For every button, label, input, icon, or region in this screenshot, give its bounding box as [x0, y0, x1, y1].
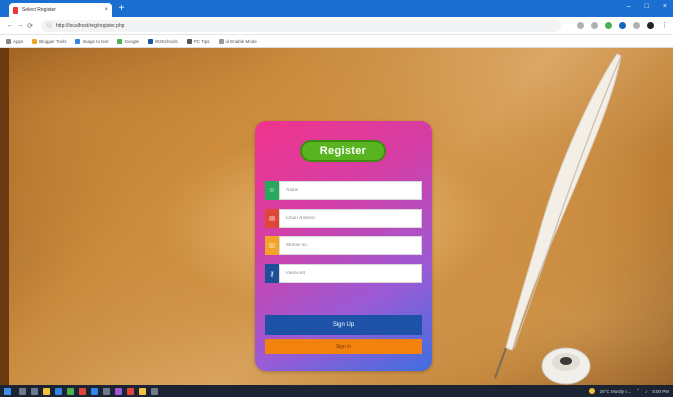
- signin-button[interactable]: Sign in: [265, 339, 422, 354]
- task-view-icon[interactable]: [31, 387, 38, 395]
- menu-icon[interactable]: ⋮: [661, 22, 668, 29]
- key-icon: ⚷: [265, 264, 279, 283]
- envelope-icon: ✉: [265, 209, 279, 228]
- bookmark-icon: [218, 38, 224, 44]
- bookmark-item[interactable]: Blogger Tools: [32, 38, 66, 44]
- profile-avatar-icon[interactable]: [647, 22, 654, 29]
- bookmark-icon: [147, 38, 153, 44]
- bookmark-item[interactable]: Apps: [6, 38, 23, 44]
- edge-icon[interactable]: [55, 387, 62, 395]
- close-window-button[interactable]: ×: [663, 3, 667, 10]
- file-explorer-icon[interactable]: [43, 387, 50, 395]
- favicon-icon: [13, 6, 18, 14]
- page-edge: [0, 48, 9, 385]
- email-input[interactable]: [279, 209, 422, 228]
- chrome-icon[interactable]: [127, 387, 134, 395]
- extension-icon[interactable]: [591, 22, 598, 29]
- bookmark-item[interactable]: ul Enable Mode: [218, 38, 257, 44]
- password-field: ⚷: [265, 264, 422, 283]
- bookmark-star-icon[interactable]: [577, 22, 584, 29]
- extension-green-icon[interactable]: [605, 22, 612, 29]
- mobile-input[interactable]: [279, 236, 422, 255]
- bookmark-icon: [32, 38, 38, 44]
- extension-blue-icon[interactable]: [619, 22, 626, 29]
- maximize-button[interactable]: □: [645, 3, 649, 10]
- url-text: http://localhost/reg/register.php: [56, 22, 125, 29]
- bookmark-item[interactable]: PC Tips: [186, 38, 210, 44]
- phone-icon: ☏: [265, 236, 279, 255]
- minimize-button[interactable]: –: [627, 3, 631, 10]
- app-icon[interactable]: [103, 387, 110, 395]
- network-icon[interactable]: ⌃: [636, 388, 640, 394]
- weather-icon[interactable]: [588, 388, 595, 394]
- email-field: ✉: [265, 209, 422, 228]
- browser-tab[interactable]: Select Register ×: [9, 3, 112, 17]
- address-bar[interactable]: ⓘ http://localhost/reg/register.php: [41, 19, 561, 32]
- store-icon[interactable]: [67, 387, 74, 395]
- windows-taskbar: 29°C Mostly c... ⌃ ♪ 9:00 PM: [0, 385, 673, 397]
- window-controls: – □ ×: [627, 3, 667, 10]
- puzzle-icon[interactable]: [633, 22, 640, 29]
- browser-toolbar: ← → ⟳ ⓘ http://localhost/reg/register.ph…: [0, 17, 673, 35]
- info-icon[interactable]: ⓘ: [47, 22, 52, 29]
- system-tray: 29°C Mostly c... ⌃ ♪ 9:00 PM: [588, 388, 669, 394]
- app-icon[interactable]: [79, 387, 86, 395]
- name-input[interactable]: [279, 181, 422, 200]
- app-icon[interactable]: [91, 387, 98, 395]
- clock-text[interactable]: 9:00 PM: [652, 389, 669, 394]
- taskbar-apps: [19, 387, 158, 395]
- back-icon[interactable]: ←: [5, 22, 15, 29]
- search-icon[interactable]: [19, 387, 26, 395]
- user-icon: ☺: [265, 181, 279, 200]
- new-tab-button[interactable]: +: [116, 4, 127, 15]
- windows-start-icon[interactable]: [4, 387, 11, 395]
- bookmark-icon: [75, 38, 81, 44]
- bookmark-item[interactable]: Google: [117, 38, 139, 44]
- volume-icon[interactable]: ♪: [645, 389, 647, 394]
- mobile-field: ☏: [265, 236, 422, 255]
- bookmark-item[interactable]: Image to text: [75, 38, 108, 44]
- browser-tab-bar: Select Register × + – □ ×: [0, 0, 673, 17]
- app-icon[interactable]: [151, 387, 158, 395]
- signup-button[interactable]: Sign Up: [265, 315, 422, 335]
- bookmark-icon: [117, 38, 123, 44]
- name-field: ☺: [265, 181, 422, 200]
- toolbar-icons: ⋮: [577, 22, 668, 29]
- tab-close-icon[interactable]: ×: [104, 7, 108, 13]
- bookmarks-bar: Apps Blogger Tools Image to text Google …: [0, 35, 673, 48]
- reload-icon[interactable]: ⟳: [25, 22, 35, 30]
- forward-icon[interactable]: →: [15, 22, 25, 29]
- bookmark-item[interactable]: W3Schools: [147, 38, 178, 44]
- app-icon[interactable]: [139, 387, 146, 395]
- app-icon[interactable]: [115, 387, 122, 395]
- apps-icon: [6, 38, 11, 44]
- tab-title: Select Register: [22, 7, 56, 13]
- weather-text[interactable]: 29°C Mostly c...: [600, 389, 632, 394]
- bookmark-icon: [186, 38, 192, 44]
- password-input[interactable]: [279, 264, 422, 283]
- register-title: Register: [300, 140, 386, 162]
